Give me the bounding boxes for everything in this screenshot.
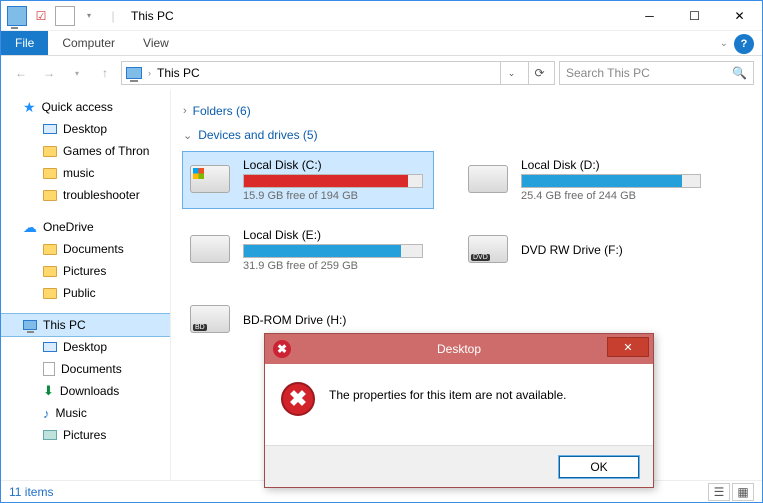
sidebar-pc-music[interactable]: ♪Music — [1, 402, 170, 424]
sidebar-od-documents[interactable]: Documents — [1, 238, 170, 260]
drive-icon — [465, 156, 511, 202]
qat-new-icon[interactable] — [55, 6, 75, 26]
download-icon: ⬇ — [43, 383, 54, 399]
dialog-message: The properties for this item are not ava… — [329, 382, 566, 402]
search-placeholder: Search This PC — [566, 66, 650, 80]
window-title: This PC — [131, 9, 174, 23]
drive-icon — [187, 296, 233, 342]
chevron-right-icon: › — [183, 105, 187, 117]
ok-button[interactable]: OK — [559, 456, 639, 478]
back-button[interactable]: ← — [9, 61, 33, 85]
star-icon: ★ — [23, 99, 36, 116]
pc-icon — [23, 320, 37, 330]
sidebar-pc-downloads[interactable]: ⬇Downloads — [1, 380, 170, 402]
tab-view[interactable]: View — [129, 31, 183, 55]
status-item-count: 11 items — [9, 485, 53, 499]
drive-name: Local Disk (D:) — [521, 158, 707, 172]
error-dialog: ✖ Desktop ✕ ✖ The properties for this it… — [264, 333, 654, 488]
sidebar-pc-documents[interactable]: Documents — [1, 358, 170, 380]
drive-item[interactable]: Local Disk (D:) 25.4 GB free of 244 GB — [461, 152, 711, 208]
sidebar-quick-access[interactable]: ★Quick access — [1, 96, 170, 118]
drive-item[interactable]: DVD RW Drive (F:) — [461, 222, 711, 278]
capacity-bar — [243, 244, 423, 258]
drive-icon — [465, 226, 511, 272]
error-icon: ✖ — [281, 382, 315, 416]
address-crumb[interactable]: This PC — [157, 66, 200, 80]
address-bar[interactable]: › This PC ⌄ ⟳ — [121, 61, 555, 85]
drive-free-text: 31.9 GB free of 259 GB — [243, 260, 429, 272]
folder-icon — [43, 146, 57, 157]
address-pc-icon — [126, 67, 142, 79]
drive-icon — [187, 226, 233, 272]
drive-name: Local Disk (E:) — [243, 228, 429, 242]
recent-dropdown[interactable]: ▾ — [65, 61, 89, 85]
refresh-button[interactable]: ⟳ — [528, 62, 550, 84]
capacity-bar — [521, 174, 701, 188]
title-bar: ☑ ▾ | This PC ─ ☐ ✕ — [1, 1, 762, 31]
music-icon: ♪ — [43, 406, 50, 421]
sidebar-qa-troubleshooter[interactable]: troubleshooter — [1, 184, 170, 206]
drive-item[interactable]: Local Disk (C:) 15.9 GB free of 194 GB — [183, 152, 433, 208]
drive-free-text: 15.9 GB free of 194 GB — [243, 190, 429, 202]
folder-icon — [43, 168, 57, 179]
dialog-title-bar[interactable]: ✖ Desktop ✕ — [265, 334, 653, 364]
pictures-icon — [43, 430, 57, 440]
sidebar-qa-music[interactable]: music — [1, 162, 170, 184]
cloud-icon: ☁ — [23, 219, 37, 236]
drive-name: Local Disk (C:) — [243, 158, 429, 172]
folder-icon — [43, 288, 57, 299]
qat-dropdown-icon[interactable]: ▾ — [79, 6, 99, 26]
tab-file[interactable]: File — [1, 31, 48, 55]
address-history-dropdown[interactable]: ⌄ — [500, 62, 522, 84]
sidebar-od-public[interactable]: Public — [1, 282, 170, 304]
drive-item[interactable]: Local Disk (E:) 31.9 GB free of 259 GB — [183, 222, 433, 278]
view-icons-button[interactable]: ▦ — [732, 483, 754, 501]
drive-name: DVD RW Drive (F:) — [521, 243, 707, 257]
folder-icon — [43, 266, 57, 277]
sidebar-pc-pictures[interactable]: Pictures — [1, 424, 170, 446]
document-icon — [43, 362, 55, 376]
maximize-button[interactable]: ☐ — [672, 1, 717, 31]
desktop-icon — [43, 342, 57, 352]
minimize-button[interactable]: ─ — [627, 1, 672, 31]
close-button[interactable]: ✕ — [717, 1, 762, 31]
ribbon-expand-icon[interactable]: ⌄ — [720, 38, 728, 49]
chevron-down-icon: ⌄ — [183, 129, 192, 142]
help-button[interactable]: ? — [734, 34, 754, 54]
sidebar-od-pictures[interactable]: Pictures — [1, 260, 170, 282]
drive-icon — [187, 156, 233, 202]
ribbon: File Computer View ⌄ ? — [1, 31, 762, 56]
sidebar-qa-desktop[interactable]: Desktop — [1, 118, 170, 140]
capacity-bar — [243, 174, 423, 188]
drive-name: BD-ROM Drive (H:) — [243, 313, 429, 327]
view-details-button[interactable]: ☰ — [708, 483, 730, 501]
search-icon: 🔍 — [732, 66, 747, 80]
sidebar-onedrive[interactable]: ☁OneDrive — [1, 216, 170, 238]
up-button[interactable]: ↑ — [93, 61, 117, 85]
dialog-close-button[interactable]: ✕ — [607, 337, 649, 357]
tab-computer[interactable]: Computer — [48, 31, 129, 55]
search-input[interactable]: Search This PC 🔍 — [559, 61, 754, 85]
dialog-title-error-icon: ✖ — [273, 340, 291, 358]
drive-free-text: 25.4 GB free of 244 GB — [521, 190, 707, 202]
nav-bar: ← → ▾ ↑ › This PC ⌄ ⟳ Search This PC 🔍 — [1, 56, 762, 90]
dialog-title: Desktop — [437, 342, 481, 356]
folder-icon — [43, 190, 57, 201]
forward-button[interactable]: → — [37, 61, 61, 85]
qat-pc-icon — [7, 6, 27, 26]
sidebar-qa-games[interactable]: Games of Thron — [1, 140, 170, 162]
group-folders[interactable]: › Folders (6) — [183, 104, 750, 118]
sidebar-this-pc[interactable]: This PC — [1, 314, 170, 336]
navigation-pane: ★Quick access Desktop Games of Thron mus… — [1, 90, 171, 480]
group-drives[interactable]: ⌄ Devices and drives (5) — [183, 128, 750, 142]
sidebar-pc-desktop[interactable]: Desktop — [1, 336, 170, 358]
qat-properties-icon[interactable]: ☑ — [31, 6, 51, 26]
folder-icon — [43, 244, 57, 255]
desktop-icon — [43, 124, 57, 134]
